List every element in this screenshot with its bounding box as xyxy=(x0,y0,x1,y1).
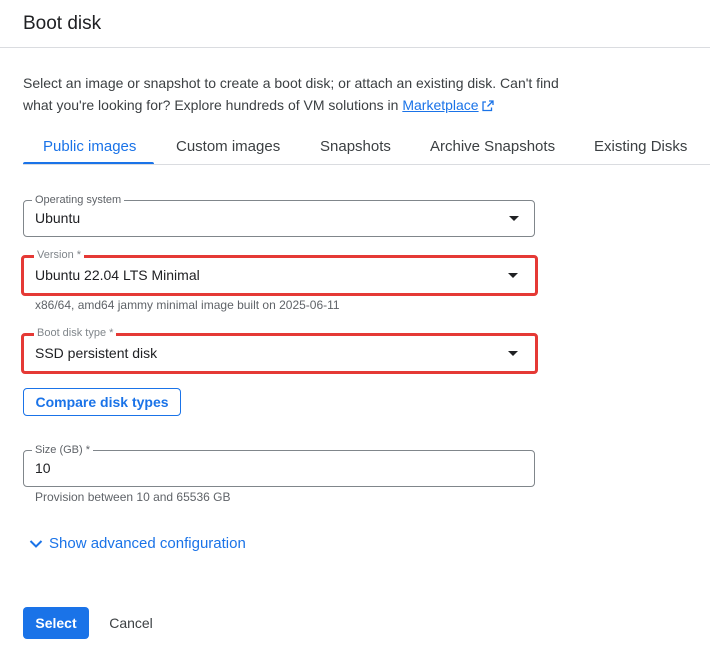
marketplace-link[interactable]: Marketplace xyxy=(402,97,478,113)
tab-label: Existing Disks xyxy=(594,138,688,155)
tab-label: Public images xyxy=(43,138,137,155)
boot-disk-type-select[interactable]: Boot disk type * SSD persistent disk xyxy=(21,326,538,374)
chevron-down-icon xyxy=(29,539,43,548)
tab-label: Custom images xyxy=(176,138,281,155)
tab-existing-disks[interactable]: Existing Disks xyxy=(594,128,687,165)
dropdown-arrow-icon xyxy=(509,216,519,221)
advanced-toggle-label: Show advanced configuration xyxy=(49,535,246,552)
show-advanced-configuration-toggle[interactable]: Show advanced configuration xyxy=(29,535,246,552)
tab-label: Archive Snapshots xyxy=(430,138,556,155)
size-value[interactable]: 10 xyxy=(35,460,51,476)
tabs-divider xyxy=(23,164,710,165)
size-label: Size (GB) * xyxy=(32,443,94,457)
tab-public-images[interactable]: Public images xyxy=(43,128,136,165)
tab-archive-snapshots[interactable]: Archive Snapshots xyxy=(430,128,555,165)
compare-disk-types-button[interactable]: Compare disk types xyxy=(23,388,181,416)
size-hint: Provision between 10 and 65536 GB xyxy=(35,490,231,504)
version-hint: x86/64, amd64 jammy minimal image built … xyxy=(35,298,340,312)
cancel-button[interactable]: Cancel xyxy=(103,607,159,639)
operating-system-select[interactable]: Operating system Ubuntu xyxy=(23,193,535,237)
dropdown-arrow-icon xyxy=(508,351,518,356)
dropdown-arrow-icon xyxy=(508,273,518,278)
tab-snapshots[interactable]: Snapshots xyxy=(320,128,391,165)
description: Select an image or snapshot to create a … xyxy=(23,72,563,118)
select-button[interactable]: Select xyxy=(23,607,89,639)
version-select[interactable]: Version * Ubuntu 22.04 LTS Minimal xyxy=(21,248,538,296)
boot-disk-type-value: SSD persistent disk xyxy=(35,345,158,361)
version-value: Ubuntu 22.04 LTS Minimal xyxy=(35,267,200,283)
external-link-icon[interactable] xyxy=(481,96,494,118)
size-input[interactable]: Size (GB) * 10 xyxy=(23,443,535,487)
tab-label: Snapshots xyxy=(320,138,391,155)
panel-title: Boot disk xyxy=(23,13,102,34)
title-divider xyxy=(0,47,710,48)
operating-system-value: Ubuntu xyxy=(35,210,81,226)
boot-disk-type-label: Boot disk type * xyxy=(34,326,117,340)
tab-custom-images[interactable]: Custom images xyxy=(176,128,280,165)
operating-system-label: Operating system xyxy=(32,193,125,207)
version-label: Version * xyxy=(34,248,85,262)
